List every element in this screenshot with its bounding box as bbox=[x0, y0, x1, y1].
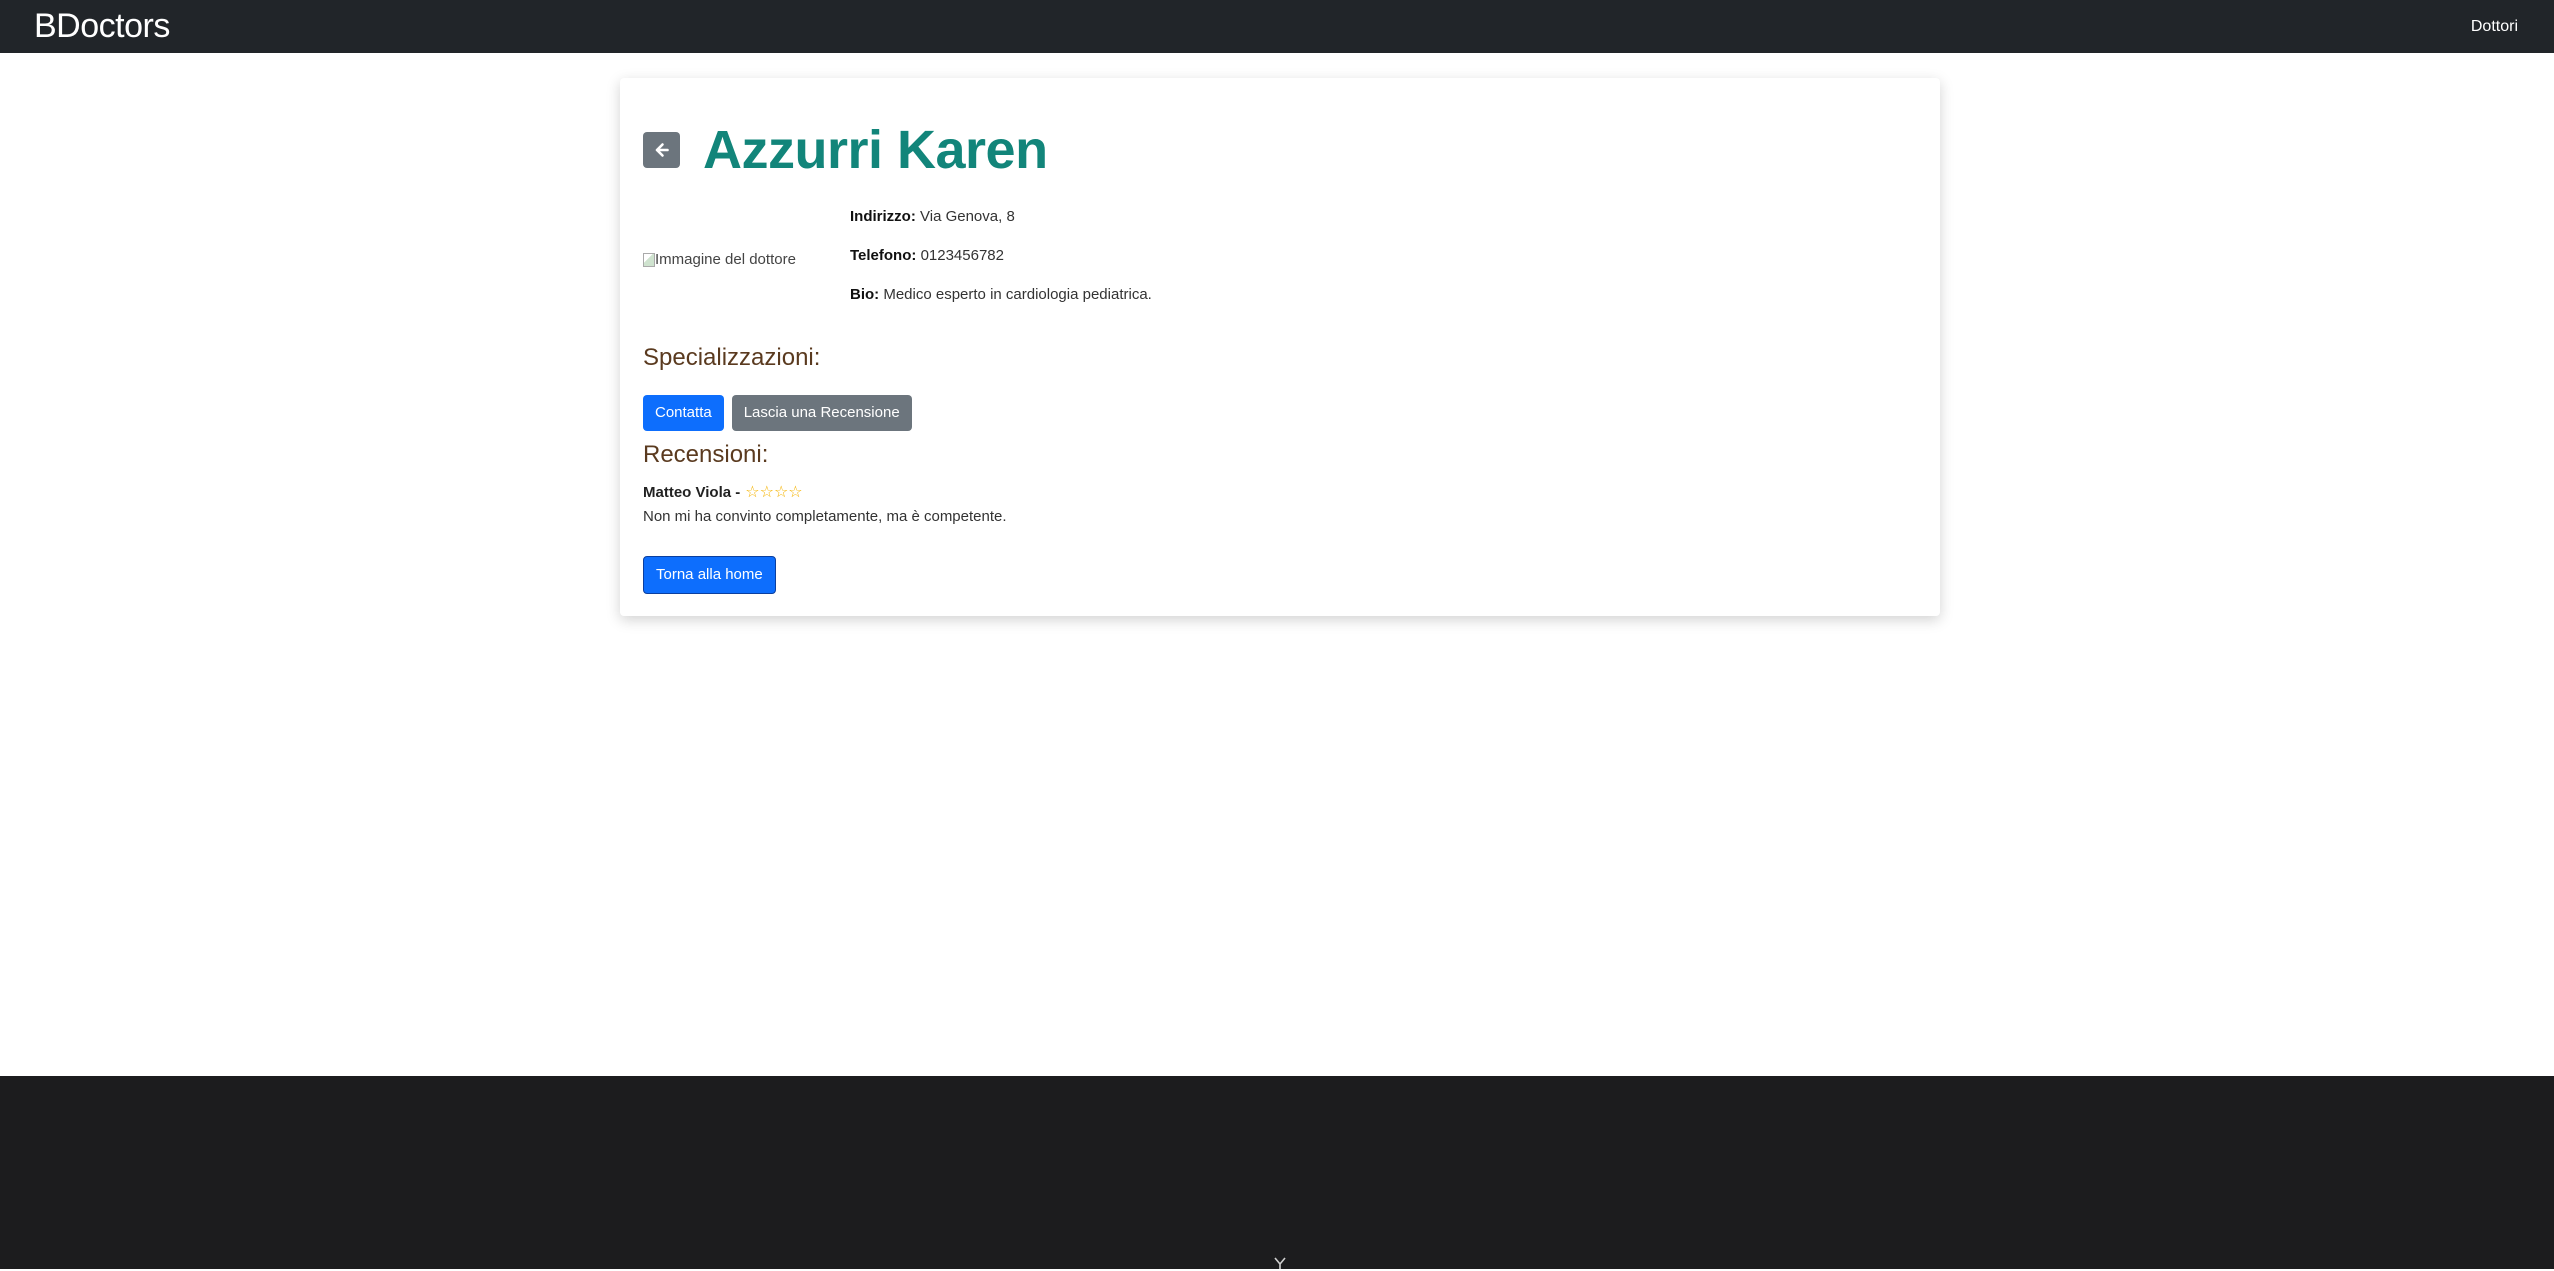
back-button[interactable] bbox=[643, 132, 680, 168]
specializations-title: Specializzazioni: bbox=[643, 344, 821, 371]
doctor-image: Immagine del dottore bbox=[643, 251, 796, 268]
contact-button[interactable]: Contatta bbox=[643, 395, 724, 431]
star-empty-icon: ☆ bbox=[745, 484, 760, 501]
info-bio: Bio: Medico esperto in cardiologia pedia… bbox=[850, 286, 1152, 304]
info-bio-label: Bio: bbox=[850, 286, 880, 303]
info-phone-value: 0123456782 bbox=[920, 247, 1004, 264]
info-phone: Telefono: 0123456782 bbox=[850, 247, 1152, 265]
navbar: BDoctors Dottori bbox=[0, 0, 2554, 53]
review-text: Non mi ha convinto completamente, ma è c… bbox=[643, 508, 1007, 525]
review-author: Matteo Viola bbox=[643, 483, 732, 501]
info-phone-label: Telefono: bbox=[850, 247, 917, 264]
star-empty-icon: ☆ bbox=[788, 484, 803, 501]
doctor-name: Azzurri Karen bbox=[703, 120, 1048, 180]
doctor-card: Azzurri Karen Immagine del dottore Indir… bbox=[620, 78, 1940, 616]
footer bbox=[0, 1076, 2554, 1269]
action-buttons: Contatta Lascia una Recensione bbox=[643, 395, 912, 431]
title-row: Azzurri Karen bbox=[643, 114, 1048, 186]
star-empty-icon: ☆ bbox=[759, 484, 774, 501]
home-button[interactable]: Torna alla home bbox=[643, 556, 776, 594]
reviews-title: Recensioni: bbox=[643, 441, 769, 468]
leave-review-button[interactable]: Lascia una Recensione bbox=[731, 395, 912, 431]
arrow-left-icon bbox=[655, 143, 669, 157]
star-empty-icon: ☆ bbox=[773, 484, 789, 501]
review-item: Matteo Viola - ☆☆☆☆ Non mi ha convinto c… bbox=[643, 482, 1007, 526]
info-address-label: Indirizzo: bbox=[850, 208, 916, 225]
doctor-image-alt: Immagine del dottore bbox=[655, 251, 796, 268]
review-stars: ☆☆☆☆ bbox=[745, 482, 802, 502]
info-address: Indirizzo: Via Genova, 8 bbox=[850, 208, 1152, 226]
review-header: Matteo Viola - ☆☆☆☆ bbox=[643, 482, 1007, 502]
chevron-icon[interactable] bbox=[1270, 1255, 1290, 1269]
review-separator: - bbox=[735, 483, 741, 501]
nav-link-dottori[interactable]: Dottori bbox=[2471, 18, 2518, 36]
doctor-info: Indirizzo: Via Genova, 8 Telefono: 01234… bbox=[850, 208, 1152, 325]
chevron-svg bbox=[1274, 1257, 1286, 1269]
info-bio-value: Medico esperto in cardiologia pediatrica… bbox=[883, 286, 1152, 303]
brand-logo[interactable]: BDoctors bbox=[34, 0, 170, 53]
info-address-value: Via Genova, 8 bbox=[920, 208, 1015, 225]
broken-image-icon bbox=[643, 252, 655, 267]
